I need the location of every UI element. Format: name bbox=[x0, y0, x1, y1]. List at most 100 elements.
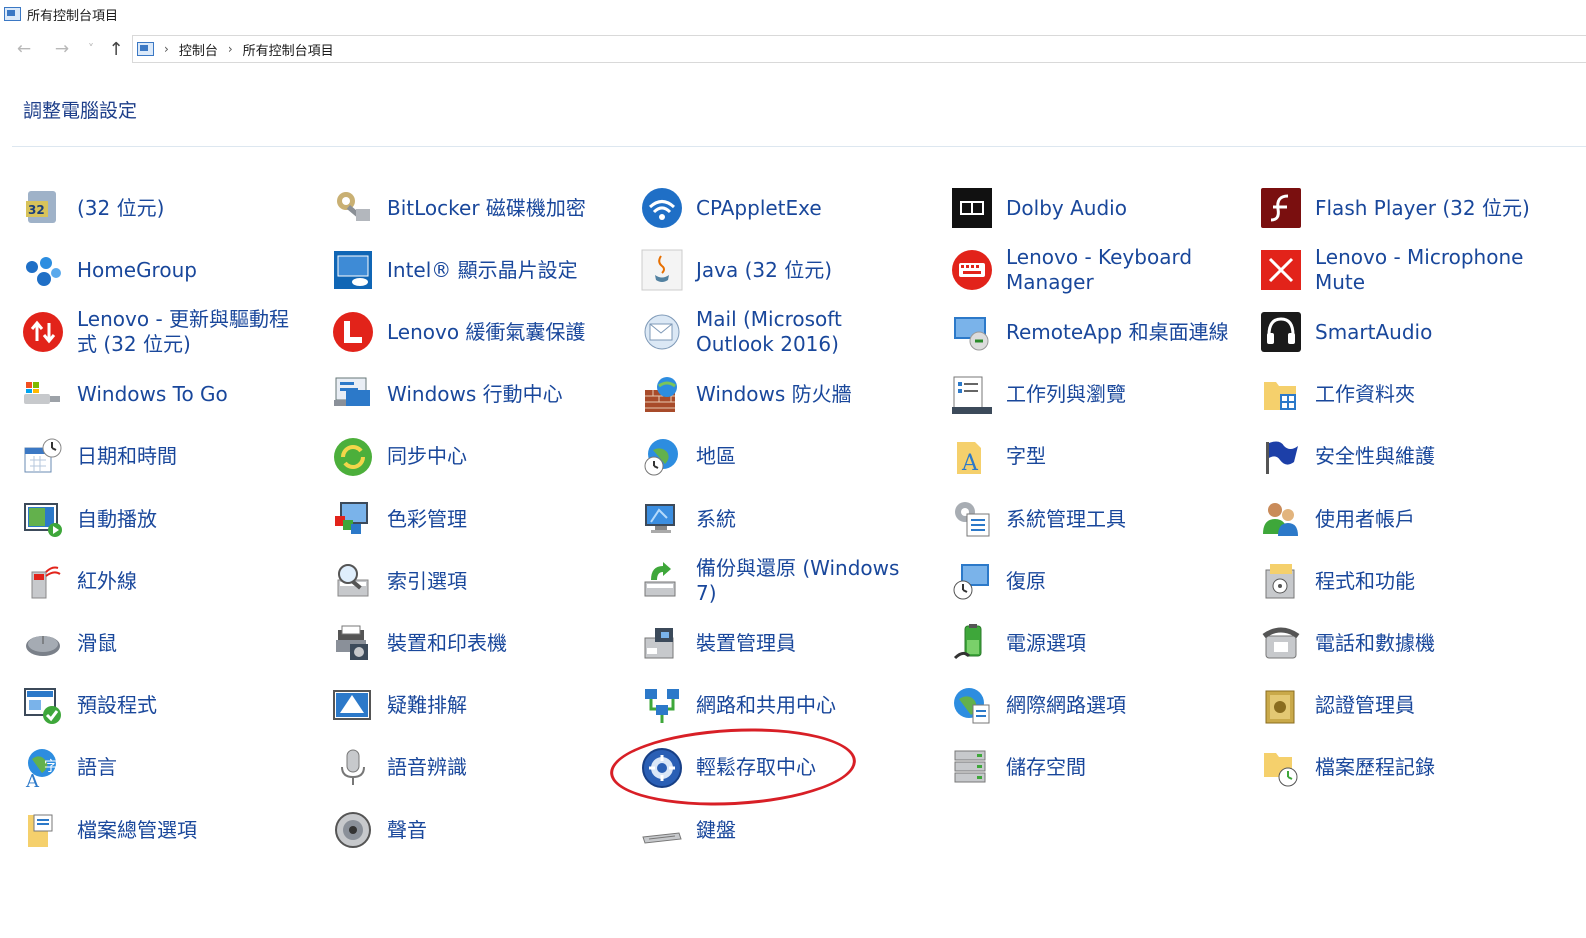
control-panel-item[interactable]: 認證管理員 bbox=[1260, 678, 1545, 734]
control-panel-item[interactable]: Lenovo - Microphone Mute bbox=[1260, 242, 1545, 298]
control-panel-item[interactable]: Windows 行動中心 bbox=[332, 367, 617, 423]
credential-manager-icon bbox=[1260, 685, 1302, 727]
control-panel-item[interactable]: 色彩管理 bbox=[332, 491, 617, 547]
svg-text:A: A bbox=[961, 451, 979, 476]
control-panel-item[interactable]: Mail (Microsoft Outlook 2016) bbox=[641, 304, 926, 360]
control-panel-item-label: Lenovo - Keyboard Manager bbox=[1006, 245, 1193, 295]
breadcrumb-control-panel[interactable]: 控制台 bbox=[179, 40, 218, 59]
control-panel-item[interactable]: 鍵盤 bbox=[641, 802, 926, 858]
control-panel-item[interactable]: 復原 bbox=[951, 553, 1236, 609]
control-panel-item-label: 紅外線 bbox=[77, 568, 137, 593]
control-panel-item[interactable]: BitLocker 磁碟機加密 bbox=[332, 180, 617, 236]
control-panel-item[interactable]: 裝置管理員 bbox=[641, 615, 926, 671]
control-panel-item[interactable]: Lenovo - Keyboard Manager bbox=[951, 242, 1236, 298]
control-panel-item[interactable]: 檔案歷程記錄 bbox=[1260, 740, 1545, 796]
device-manager-icon bbox=[641, 622, 683, 664]
address-bar[interactable]: › 控制台 › 所有控制台項目 bbox=[132, 35, 1586, 63]
control-panel-item-label: 索引選項 bbox=[387, 568, 467, 593]
control-panel-item[interactable]: 同步中心 bbox=[332, 429, 617, 485]
control-panel-item-label: 系統 bbox=[696, 506, 736, 531]
control-panel-item[interactable]: 系統管理工具 bbox=[951, 491, 1236, 547]
headphones-icon bbox=[1260, 311, 1302, 353]
control-panel-item[interactable]: Lenovo - 更新與驅動程式 (32 位元) bbox=[22, 304, 307, 360]
speaker-icon bbox=[332, 809, 374, 851]
indexing-icon bbox=[332, 560, 374, 602]
control-panel-item[interactable]: Windows To Go bbox=[22, 367, 307, 423]
control-panel-item[interactable]: 儲存空間 bbox=[951, 740, 1236, 796]
control-panel-item[interactable]: 預設程式 bbox=[22, 678, 307, 734]
file-explorer-options-icon bbox=[22, 809, 64, 851]
control-panel-item[interactable]: A 字型 bbox=[951, 429, 1236, 485]
control-panel-item[interactable]: Flash Player (32 位元) bbox=[1260, 180, 1545, 236]
control-panel-item[interactable]: 電話和數據機 bbox=[1260, 615, 1545, 671]
control-panel-item[interactable]: 自動播放 bbox=[22, 491, 307, 547]
control-panel-item[interactable]: 疑難排解 bbox=[332, 678, 617, 734]
control-panel-item[interactable]: 聲音 bbox=[332, 802, 617, 858]
control-panel-item-label: 字型 bbox=[1006, 444, 1046, 469]
control-panel-item-label: 備份與還原 (Windows 7) bbox=[696, 556, 900, 606]
control-panel-item[interactable]: CPAppletExe bbox=[641, 180, 926, 236]
airbag-icon bbox=[332, 311, 374, 353]
control-panel-item[interactable]: 程式和功能 bbox=[1260, 553, 1545, 609]
control-panel-item[interactable]: RemoteApp 和桌面連線 bbox=[951, 304, 1236, 360]
mouse-icon bbox=[22, 622, 64, 664]
control-panel-item-label: 疑難排解 bbox=[387, 693, 467, 718]
control-panel-item[interactable]: 32 (32 位元) bbox=[22, 180, 307, 236]
control-panel-item-label: 檔案歷程記錄 bbox=[1315, 755, 1435, 780]
control-panel-item[interactable]: 索引選項 bbox=[332, 553, 617, 609]
control-panel-item[interactable]: 紅外線 bbox=[22, 553, 307, 609]
control-panel-item[interactable]: 系統 bbox=[641, 491, 926, 547]
control-panel-item[interactable]: 日期和時間 bbox=[22, 429, 307, 485]
control-panel-item[interactable]: 裝置和印表機 bbox=[332, 615, 617, 671]
keyboard-manager-icon bbox=[951, 249, 993, 291]
recent-locations-button[interactable]: ˅ bbox=[82, 33, 100, 65]
troubleshooting-icon bbox=[332, 685, 374, 727]
breadcrumb-all-items[interactable]: 所有控制台項目 bbox=[243, 40, 334, 59]
control-panel-item-label: Lenovo - Microphone Mute bbox=[1315, 245, 1524, 295]
control-panel-item-label: 認證管理員 bbox=[1315, 693, 1415, 718]
forward-button[interactable]: → bbox=[48, 33, 76, 65]
globe-clock-icon bbox=[641, 436, 683, 478]
control-panel-item[interactable]: A 字語言 bbox=[22, 740, 307, 796]
control-panel-item[interactable]: 網際網路選項 bbox=[951, 678, 1236, 734]
control-panel-item[interactable]: 備份與還原 (Windows 7) bbox=[641, 553, 926, 609]
control-panel-item[interactable]: SmartAudio bbox=[1260, 304, 1545, 360]
control-panel-item-label: Intel® 顯示晶片設定 bbox=[387, 257, 578, 282]
file-history-icon bbox=[1260, 747, 1302, 789]
back-button[interactable]: ← bbox=[10, 33, 38, 65]
control-panel-item-label: CPAppletExe bbox=[696, 195, 822, 220]
control-panel-item[interactable]: Lenovo 緩衝氣囊保護 bbox=[332, 304, 617, 360]
phone-modem-icon bbox=[1260, 622, 1302, 664]
mail-icon bbox=[641, 311, 683, 353]
control-panel-item[interactable]: Intel® 顯示晶片設定 bbox=[332, 242, 617, 298]
control-panel-item[interactable]: 電源選項 bbox=[951, 615, 1236, 671]
control-panel-item-label: 預設程式 bbox=[77, 693, 157, 718]
control-panel-item[interactable]: 工作資料夾 bbox=[1260, 367, 1545, 423]
svg-text:A: A bbox=[25, 771, 40, 789]
flash-icon bbox=[1260, 187, 1302, 229]
control-panel-item-label: 語音辨識 bbox=[387, 755, 467, 780]
mobility-center-icon bbox=[332, 374, 374, 416]
control-panel-item-label: 復原 bbox=[1006, 568, 1046, 593]
control-panel-item-label: Java (32 位元) bbox=[696, 257, 833, 282]
control-panel-item[interactable]: Dolby Audio bbox=[951, 180, 1236, 236]
control-panel-item-label: 網際網路選項 bbox=[1006, 693, 1126, 718]
title-bar: 所有控制台項目 bbox=[0, 0, 1586, 28]
control-panel-item[interactable]: 網路和共用中心 bbox=[641, 678, 926, 734]
control-panel-item[interactable]: 使用者帳戶 bbox=[1260, 491, 1545, 547]
language-icon: A字 bbox=[22, 747, 64, 789]
up-button[interactable]: ↑ bbox=[104, 33, 128, 65]
control-panel-item[interactable]: Java (32 位元) bbox=[641, 242, 926, 298]
control-panel-item[interactable]: 滑鼠 bbox=[22, 615, 307, 671]
control-panel-item[interactable]: Windows 防火牆 bbox=[641, 367, 926, 423]
control-panel-item[interactable]: 語音辨識 bbox=[332, 740, 617, 796]
intel-icon bbox=[332, 249, 374, 291]
homegroup-icon bbox=[22, 249, 64, 291]
control-panel-item-label: 裝置管理員 bbox=[696, 630, 796, 655]
control-panel-item[interactable]: 工作列與瀏覽 bbox=[951, 367, 1236, 423]
control-panel-item[interactable]: 安全性與維護 bbox=[1260, 429, 1545, 485]
control-panel-item[interactable]: HomeGroup bbox=[22, 242, 307, 298]
control-panel-item[interactable]: 檔案總管選項 bbox=[22, 802, 307, 858]
control-panel-item[interactable]: 地區 bbox=[641, 429, 926, 485]
control-panel-item-label: Windows To Go bbox=[77, 382, 228, 407]
